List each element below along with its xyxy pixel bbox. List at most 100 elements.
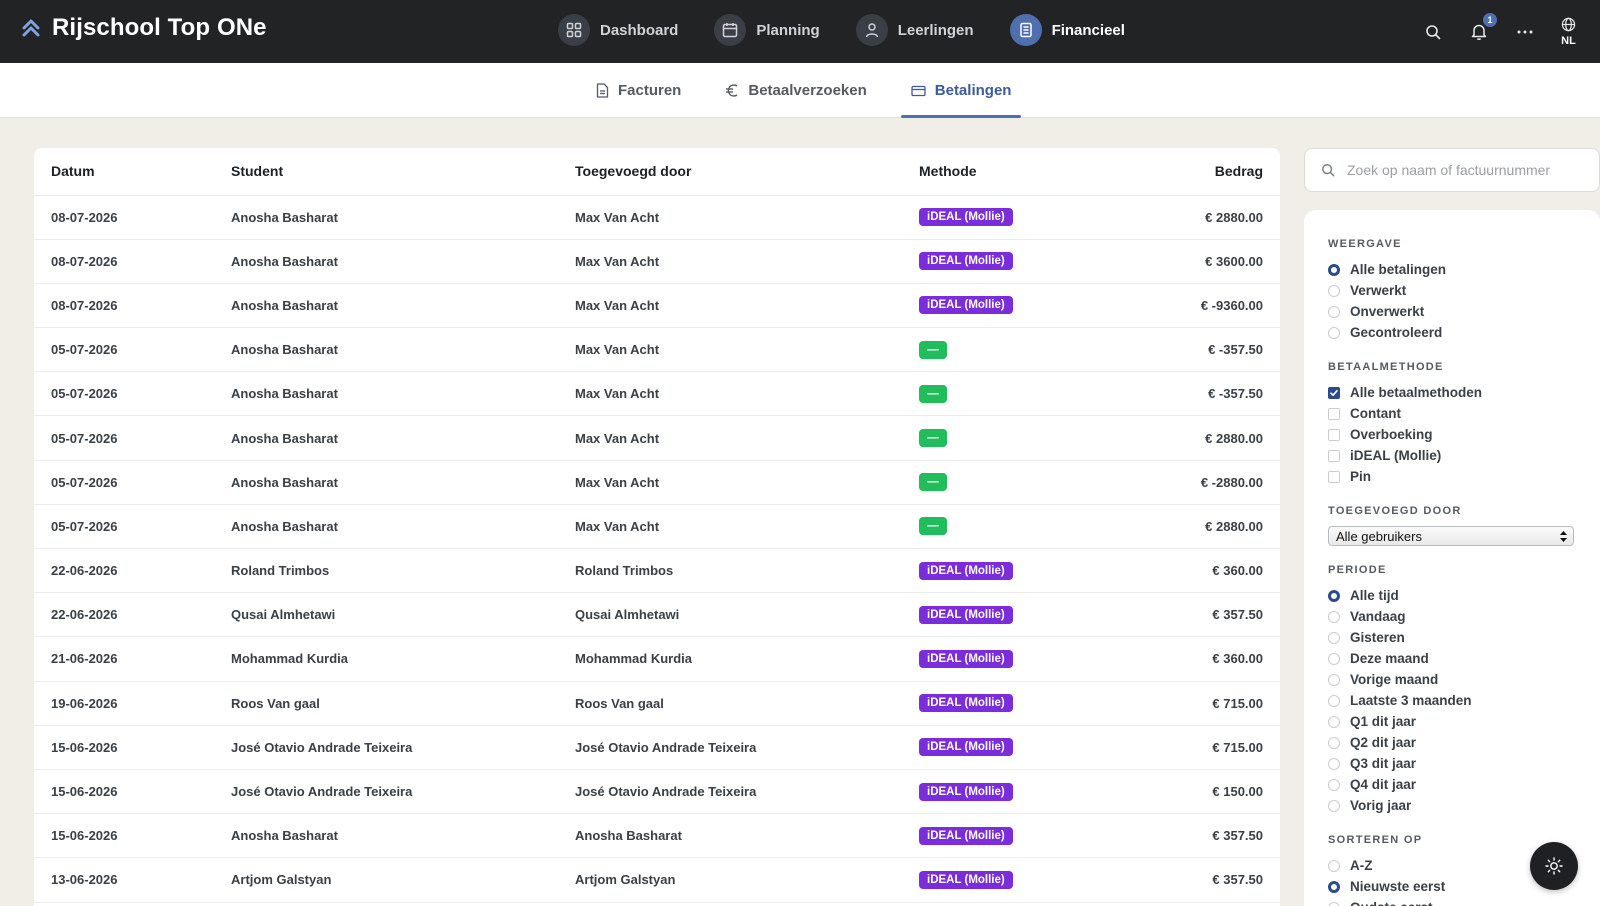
table-row[interactable]: 15-06-2026 José Otavio Andrade Teixeira Jo… <box>34 769 1280 815</box>
periode-option[interactable]: Vandaag <box>1328 606 1600 627</box>
periode-option[interactable]: Vorig jaar <box>1328 795 1600 816</box>
nav-planning[interactable]: Planning <box>714 14 820 46</box>
option-label: Vorige maand <box>1350 672 1439 687</box>
top-navigation-bar: Rijschool Top ONe Dashboard Planning Lee… <box>0 0 1600 63</box>
table-row[interactable]: 15-06-2026 José Otavio Andrade Teixeira Jo… <box>34 725 1280 770</box>
option-label: Alle betaalmethoden <box>1350 385 1483 400</box>
nav-leerlingen[interactable]: Leerlingen <box>855 14 974 46</box>
periode-option[interactable]: Q4 dit jaar <box>1328 774 1600 795</box>
table-row[interactable]: 08-07-2026 Anosha Basharat Max Van Acht iDE… <box>34 195 1280 240</box>
nav-label: Planning <box>756 21 820 39</box>
cell-added-by: Qusai Almhetawi <box>558 592 902 638</box>
checkbox[interactable] <box>1328 470 1340 483</box>
checkbox[interactable] <box>1328 407 1340 420</box>
radio-button[interactable] <box>1328 859 1340 872</box>
periode-option[interactable]: Deze maand <box>1328 648 1600 669</box>
app-title: Rijschool Top ONe <box>52 14 267 41</box>
option-label: Oudste eerst <box>1350 900 1433 906</box>
table-row[interactable]: 05-07-2026 Anosha Basharat Max Van Acht — € … <box>34 460 1280 505</box>
header-student[interactable]: Student <box>214 148 558 196</box>
periode-option[interactable]: Vorige maand <box>1328 669 1600 690</box>
betaalmethode-option[interactable]: iDEAL (Mollie) <box>1328 445 1600 466</box>
table-row[interactable]: 21-06-2026 Mohammad Kurdia Mohammad Kurdia… <box>34 636 1280 682</box>
header-date[interactable]: Datum <box>34 148 214 196</box>
radio-button[interactable] <box>1328 901 1340 906</box>
table-row[interactable]: 19-06-2026 Roos Van gaal Roos Van gaal iDEA… <box>34 681 1280 726</box>
header-added-by[interactable]: Toegevoegd door <box>558 148 902 196</box>
tab-betaalverzoeken[interactable]: Betaalverzoeken <box>723 63 868 118</box>
table-row[interactable]: 05-07-2026 Anosha Basharat Max Van Acht — € … <box>34 415 1280 461</box>
betaalmethode-option[interactable]: Overboeking <box>1328 424 1600 445</box>
cell-amount: € 2880.00 <box>1102 415 1280 461</box>
weergave-option[interactable]: Verwerkt <box>1328 280 1600 301</box>
betaalmethode-option[interactable]: Pin <box>1328 466 1600 487</box>
periode-option[interactable]: Alle tijd <box>1328 585 1600 606</box>
header-method[interactable]: Methode <box>902 148 1102 196</box>
method-badge: iDEAL (Mollie) <box>919 649 1013 668</box>
checkbox[interactable] <box>1328 386 1340 399</box>
periode-option[interactable]: Laatste 3 maanden <box>1328 690 1600 711</box>
radio-button[interactable] <box>1328 673 1340 686</box>
cell-student: Anosha Basharat <box>214 460 558 505</box>
tab-facturen[interactable]: Facturen <box>594 63 683 118</box>
cell-amount: € -9360.00 <box>1102 283 1280 329</box>
radio-button[interactable] <box>1328 263 1340 276</box>
radio-button[interactable] <box>1328 610 1340 623</box>
language-switcher[interactable]: NL <box>1561 17 1576 47</box>
tab-betalingen[interactable]: Betalingen <box>900 63 1022 118</box>
radio-button[interactable] <box>1328 589 1340 602</box>
weergave-option[interactable]: Alle betalingen <box>1328 259 1600 280</box>
radio-button[interactable] <box>1328 631 1340 644</box>
table-row[interactable]: 15-06-2026 Anosha Basharat Anosha Basharat… <box>34 813 1280 859</box>
option-label: Overboeking <box>1350 427 1433 442</box>
weergave-option[interactable]: Onverwerkt <box>1328 301 1600 322</box>
periode-option[interactable]: Q1 dit jaar <box>1328 711 1600 732</box>
radio-button[interactable] <box>1328 694 1340 707</box>
radio-button[interactable] <box>1328 305 1340 318</box>
cell-method: — <box>902 460 1102 505</box>
theme-toggle-button[interactable] <box>1530 842 1578 890</box>
cell-date: 05-07-2026 <box>34 460 214 505</box>
method-badge: — <box>919 517 947 536</box>
table-row[interactable]: 05-07-2026 Anosha Basharat Max Van Acht — € … <box>34 504 1280 550</box>
table-row[interactable]: 08-07-2026 Anosha Basharat Max Van Acht iDE… <box>34 239 1280 284</box>
radio-button[interactable] <box>1328 715 1340 728</box>
search-icon[interactable] <box>1423 22 1443 42</box>
radio-button[interactable] <box>1328 284 1340 297</box>
header-amount[interactable]: Bedrag <box>1102 148 1280 196</box>
notifications-bell-icon[interactable]: 1 <box>1469 12 1497 42</box>
periode-option[interactable]: Q2 dit jaar <box>1328 732 1600 753</box>
radio-button[interactable] <box>1328 326 1340 339</box>
table-row[interactable]: 05-07-2026 Anosha Basharat Max Van Acht — € … <box>34 371 1280 417</box>
added-by-select[interactable]: Alle gebruikers <box>1328 526 1574 546</box>
cell-student: José Otavio Andrade Teixeira <box>214 725 558 770</box>
radio-button[interactable] <box>1328 799 1340 812</box>
radio-button[interactable] <box>1328 880 1340 893</box>
checkbox[interactable] <box>1328 449 1340 462</box>
brand[interactable]: Rijschool Top ONe <box>20 14 267 42</box>
radio-button[interactable] <box>1328 778 1340 791</box>
radio-button[interactable] <box>1328 736 1340 749</box>
nav-financieel[interactable]: Financieel <box>1009 14 1125 46</box>
more-options-icon[interactable] <box>1515 22 1535 42</box>
betaalmethode-option[interactable]: Alle betaalmethoden <box>1328 382 1600 403</box>
periode-option[interactable]: Q3 dit jaar <box>1328 753 1600 774</box>
table-row[interactable]: 22-06-2026 Qusai Almhetawi Qusai Almhetawi… <box>34 592 1280 638</box>
table-row[interactable]: 22-06-2026 Roland Trimbos Roland Trimbos iD… <box>34 548 1280 594</box>
filter-heading: PERIODE <box>1328 564 1387 576</box>
table-row[interactable]: 08-07-2026 Anosha Basharat Max Van Acht iDE… <box>34 283 1280 329</box>
periode-option[interactable]: Gisteren <box>1328 627 1600 648</box>
table-row[interactable]: 05-07-2026 Anosha Basharat Max Van Acht — € … <box>34 327 1280 373</box>
search-input[interactable] <box>1347 162 1577 178</box>
table-row[interactable]: 13-06-2026 Artjom Galstyan Artjom Galstyan… <box>34 857 1280 903</box>
weergave-option[interactable]: Gecontroleerd <box>1328 322 1600 343</box>
cell-added-by: José Otavio Andrade Teixeira <box>558 769 902 815</box>
sort-option[interactable]: Oudste eerst <box>1328 897 1600 906</box>
radio-button[interactable] <box>1328 757 1340 770</box>
option-label: Gecontroleerd <box>1350 325 1443 340</box>
cell-amount: € -357.50 <box>1102 371 1280 417</box>
radio-button[interactable] <box>1328 652 1340 665</box>
nav-dashboard[interactable]: Dashboard <box>558 14 678 46</box>
betaalmethode-option[interactable]: Contant <box>1328 403 1600 424</box>
checkbox[interactable] <box>1328 428 1340 441</box>
